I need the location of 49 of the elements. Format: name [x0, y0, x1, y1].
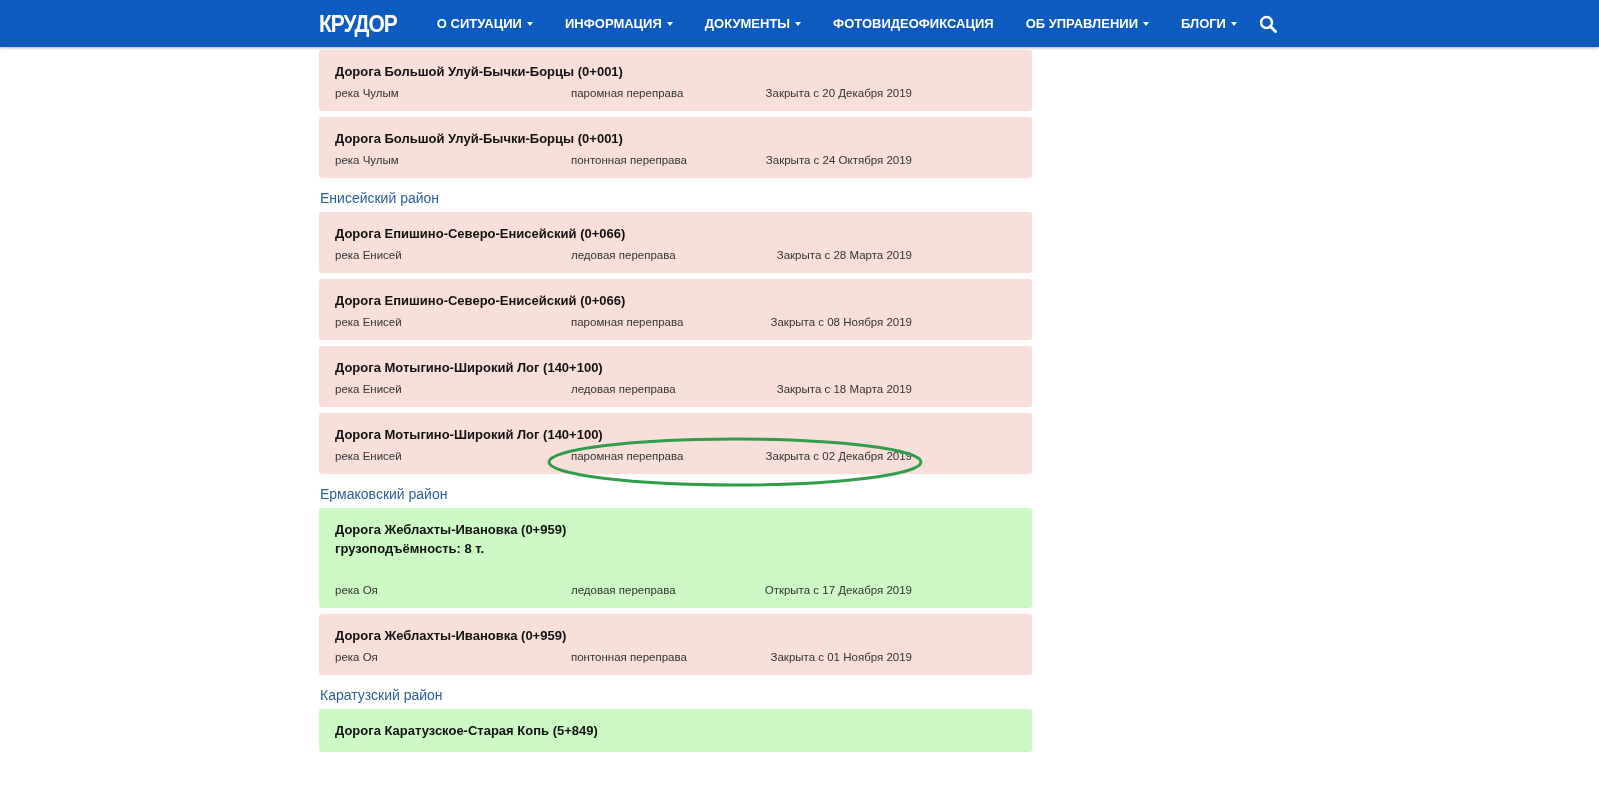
crossing-type: ледовая переправа — [571, 584, 677, 596]
road-title: Дорога Мотыгино-Широкий Лог (140+100) — [335, 426, 604, 444]
capacity-text: грузоподъёмность: 8 т. — [335, 540, 486, 558]
crossing-type: паромная переправа — [571, 450, 685, 462]
crossing-status: Открыта с 17 Декабря 2019 — [763, 584, 912, 596]
district-heading: Енисейский район — [319, 189, 441, 208]
search-icon[interactable] — [1259, 14, 1277, 33]
crossing-type: ледовая переправа — [571, 249, 677, 261]
road-title: Дорога Мотыгино-Широкий Лог (140+100) — [335, 359, 604, 377]
river-name: река Чулым — [335, 154, 400, 166]
river-name: река Енисей — [335, 450, 403, 462]
crossing-type: понтонная переправа — [571, 651, 688, 663]
crossing-type: паромная переправа — [571, 316, 685, 328]
caret-icon — [795, 21, 802, 26]
crossing-status: Закрыта с 24 Октября 2019 — [764, 154, 912, 166]
road-title: Дорога Большой Улуй-Бычки-Борцы (0+001) — [335, 130, 624, 148]
road-title: Дорога Жеблахты-Ивановка (0+959) — [335, 627, 568, 645]
road-title: Дорога Каратузское-Старая Копь (5+849) — [335, 722, 599, 740]
district-heading: Ермаковский район — [319, 485, 449, 504]
road-title: Дорога Большой Улуй-Бычки-Борцы (0+001) — [335, 63, 624, 81]
road-title: Дорога Епишино-Северо-Енисейский (0+066) — [335, 292, 627, 310]
nav-link[interactable]: БЛОГИ — [1181, 16, 1237, 31]
road-title: Дорога Жеблахты-Ивановка (0+959) — [335, 521, 568, 539]
site-logo[interactable]: КРУДОР — [319, 9, 397, 38]
crossing-status: Закрыта с 18 Марта 2019 — [775, 383, 912, 395]
crossing-type: паромная переправа — [571, 87, 685, 99]
river-name: река Енисей — [335, 383, 403, 395]
river-name: река Енисей — [335, 249, 403, 261]
crossing-type: ледовая переправа — [571, 383, 677, 395]
river-name: река Оя — [335, 651, 379, 663]
caret-icon — [526, 21, 533, 26]
caret-icon — [1230, 21, 1237, 26]
river-name: река Оя — [335, 584, 379, 596]
nav-link[interactable]: ИНФОРМАЦИЯ — [564, 16, 673, 31]
caret-icon — [1143, 21, 1149, 26]
road-title: Дорога Епишино-Северо-Енисейский (0+066) — [335, 225, 627, 243]
nav-link[interactable]: ФОТОВИДЕОФИКСАЦИЯ — [833, 16, 994, 31]
nav-link[interactable]: О СИТУАЦИИ — [436, 16, 533, 31]
river-name: река Чулым — [335, 87, 400, 99]
nav-link[interactable]: ДОКУМЕНТЫ — [704, 16, 802, 31]
crossing-status: Закрыта с 08 Ноября 2019 — [769, 316, 912, 328]
caret-icon — [666, 21, 673, 26]
crossing-type: понтонная переправа — [571, 154, 688, 166]
district-heading: Каратузский район — [319, 686, 444, 705]
crossing-status: Закрыта с 28 Марта 2019 — [775, 249, 912, 261]
crossing-status: Закрыта с 20 Декабря 2019 — [764, 87, 912, 99]
crossing-status: Закрыта с 01 Ноября 2019 — [769, 651, 912, 663]
river-name: река Енисей — [335, 316, 403, 328]
nav-link[interactable]: ОБ УПРАВЛЕНИИ — [1025, 16, 1149, 31]
